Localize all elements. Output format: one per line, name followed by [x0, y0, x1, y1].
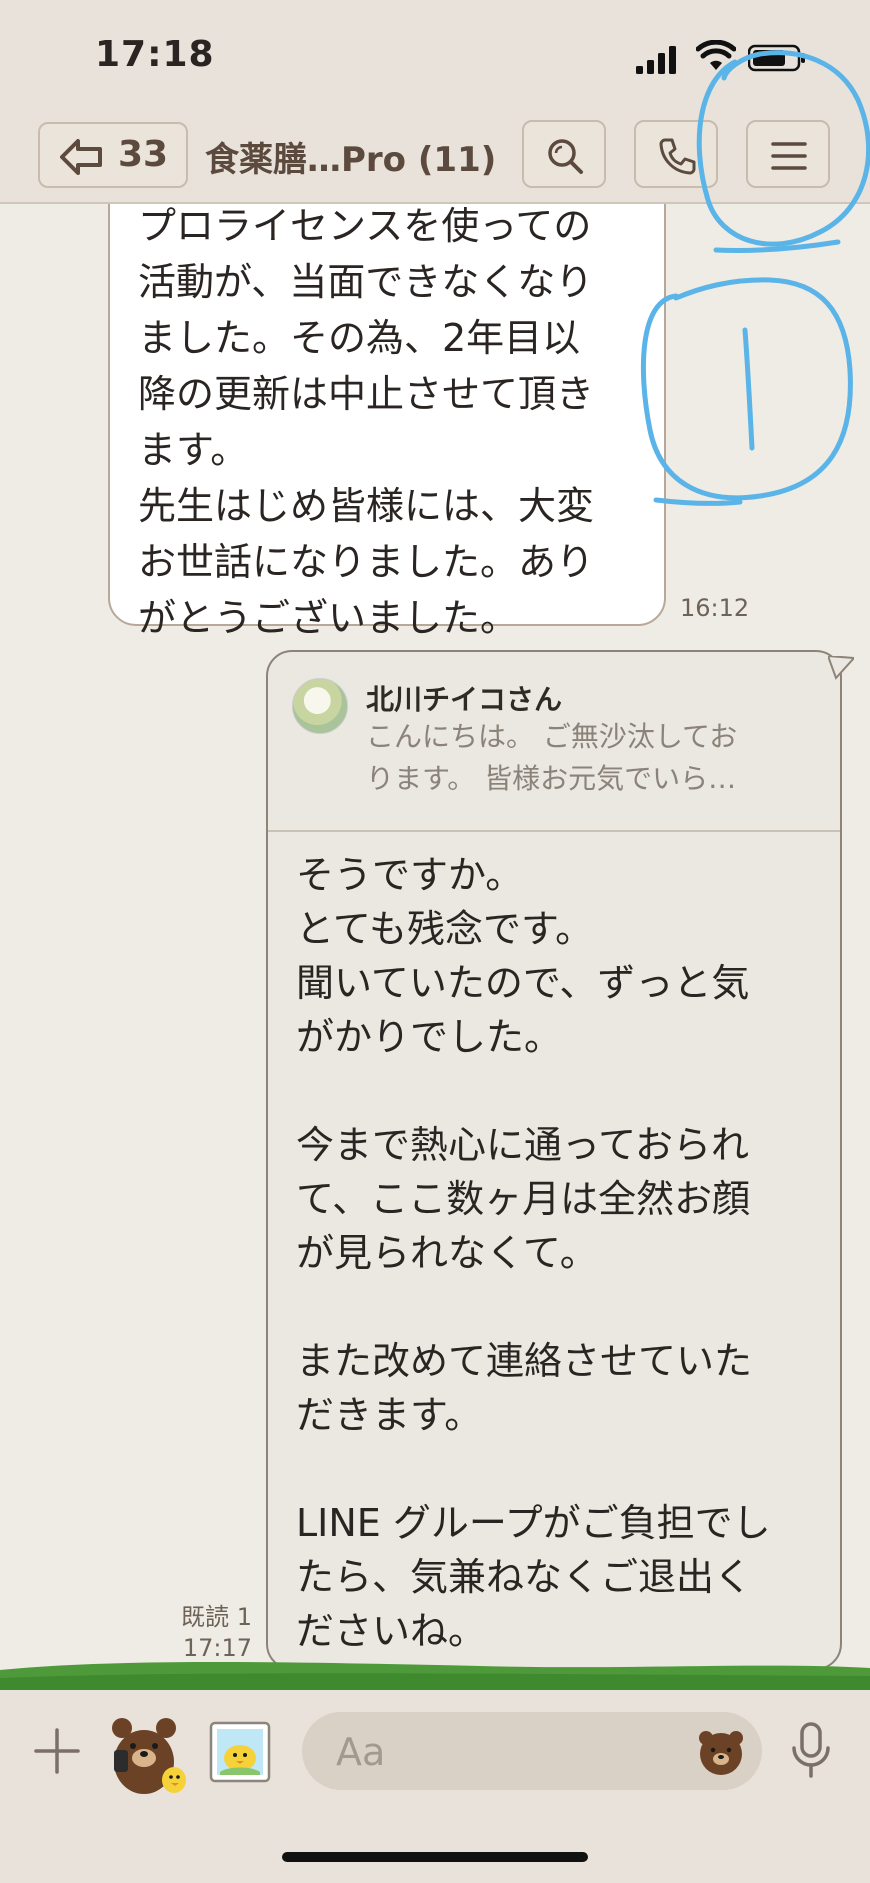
- received-message-bubble[interactable]: プロライセンスを使っての 活動が、当面できなくなり ました。その為、2年目以 降…: [108, 204, 666, 640]
- received-message-time: 16:12: [680, 594, 750, 622]
- chat-area[interactable]: プロライセンスを使っての 活動が、当面できなくなり ました。その為、2年目以 降…: [0, 204, 870, 1670]
- battery-icon: [748, 44, 805, 72]
- search-button[interactable]: [522, 120, 606, 188]
- sent-message-text: そうですか。 とても残念です。 聞いていたので、ずっと気 がかりでした。 今まで…: [296, 853, 771, 1653]
- bubble-tail: [828, 656, 854, 680]
- input-bar: Aa: [0, 1690, 870, 1883]
- wifi-icon: [696, 40, 736, 70]
- gallery-sticker-icon[interactable]: [208, 1720, 272, 1784]
- emoji-bear-icon[interactable]: [696, 1728, 746, 1776]
- hamburger-menu-icon: [771, 142, 807, 170]
- sent-message-bubble[interactable]: 北川チイコさん こんにちは。 ご無沙汰してお ります。 皆様お元気でいら… そう…: [266, 650, 842, 1670]
- back-arrow-icon: [60, 139, 102, 175]
- plus-icon[interactable]: [32, 1726, 82, 1776]
- quoted-user-avatar: [292, 678, 348, 734]
- message-input[interactable]: Aa: [302, 1712, 762, 1790]
- read-receipt: 既読 1: [181, 1603, 252, 1631]
- quote-divider: [268, 830, 840, 832]
- chat-header: 33 食薬膳…Pro (11): [0, 110, 870, 204]
- menu-button[interactable]: [746, 120, 830, 188]
- grass-decoration: [0, 1662, 870, 1690]
- status-time: 17:18: [95, 34, 215, 75]
- microphone-icon[interactable]: [786, 1720, 836, 1780]
- home-indicator[interactable]: [282, 1852, 588, 1862]
- status-bar: 17:18: [0, 0, 870, 110]
- phone-icon: [659, 138, 696, 175]
- call-button[interactable]: [634, 120, 718, 188]
- chat-title[interactable]: 食薬膳…Pro (11): [205, 132, 496, 181]
- quoted-message-preview[interactable]: こんにちは。 ご無沙汰してお ります。 皆様お元気でいら…: [366, 716, 816, 800]
- search-icon: [548, 139, 583, 174]
- unread-count: 33: [118, 134, 169, 175]
- cellular-signal-icon: [636, 46, 676, 74]
- sticker-bear-icon[interactable]: [108, 1714, 188, 1796]
- back-button[interactable]: 33: [38, 122, 188, 188]
- quoted-user-name: 北川チイコさん: [366, 683, 563, 716]
- message-input-placeholder: Aa: [336, 1730, 386, 1774]
- received-message-text: プロライセンスを使っての 活動が、当面できなくなり ました。その為、2年目以 降…: [138, 204, 595, 640]
